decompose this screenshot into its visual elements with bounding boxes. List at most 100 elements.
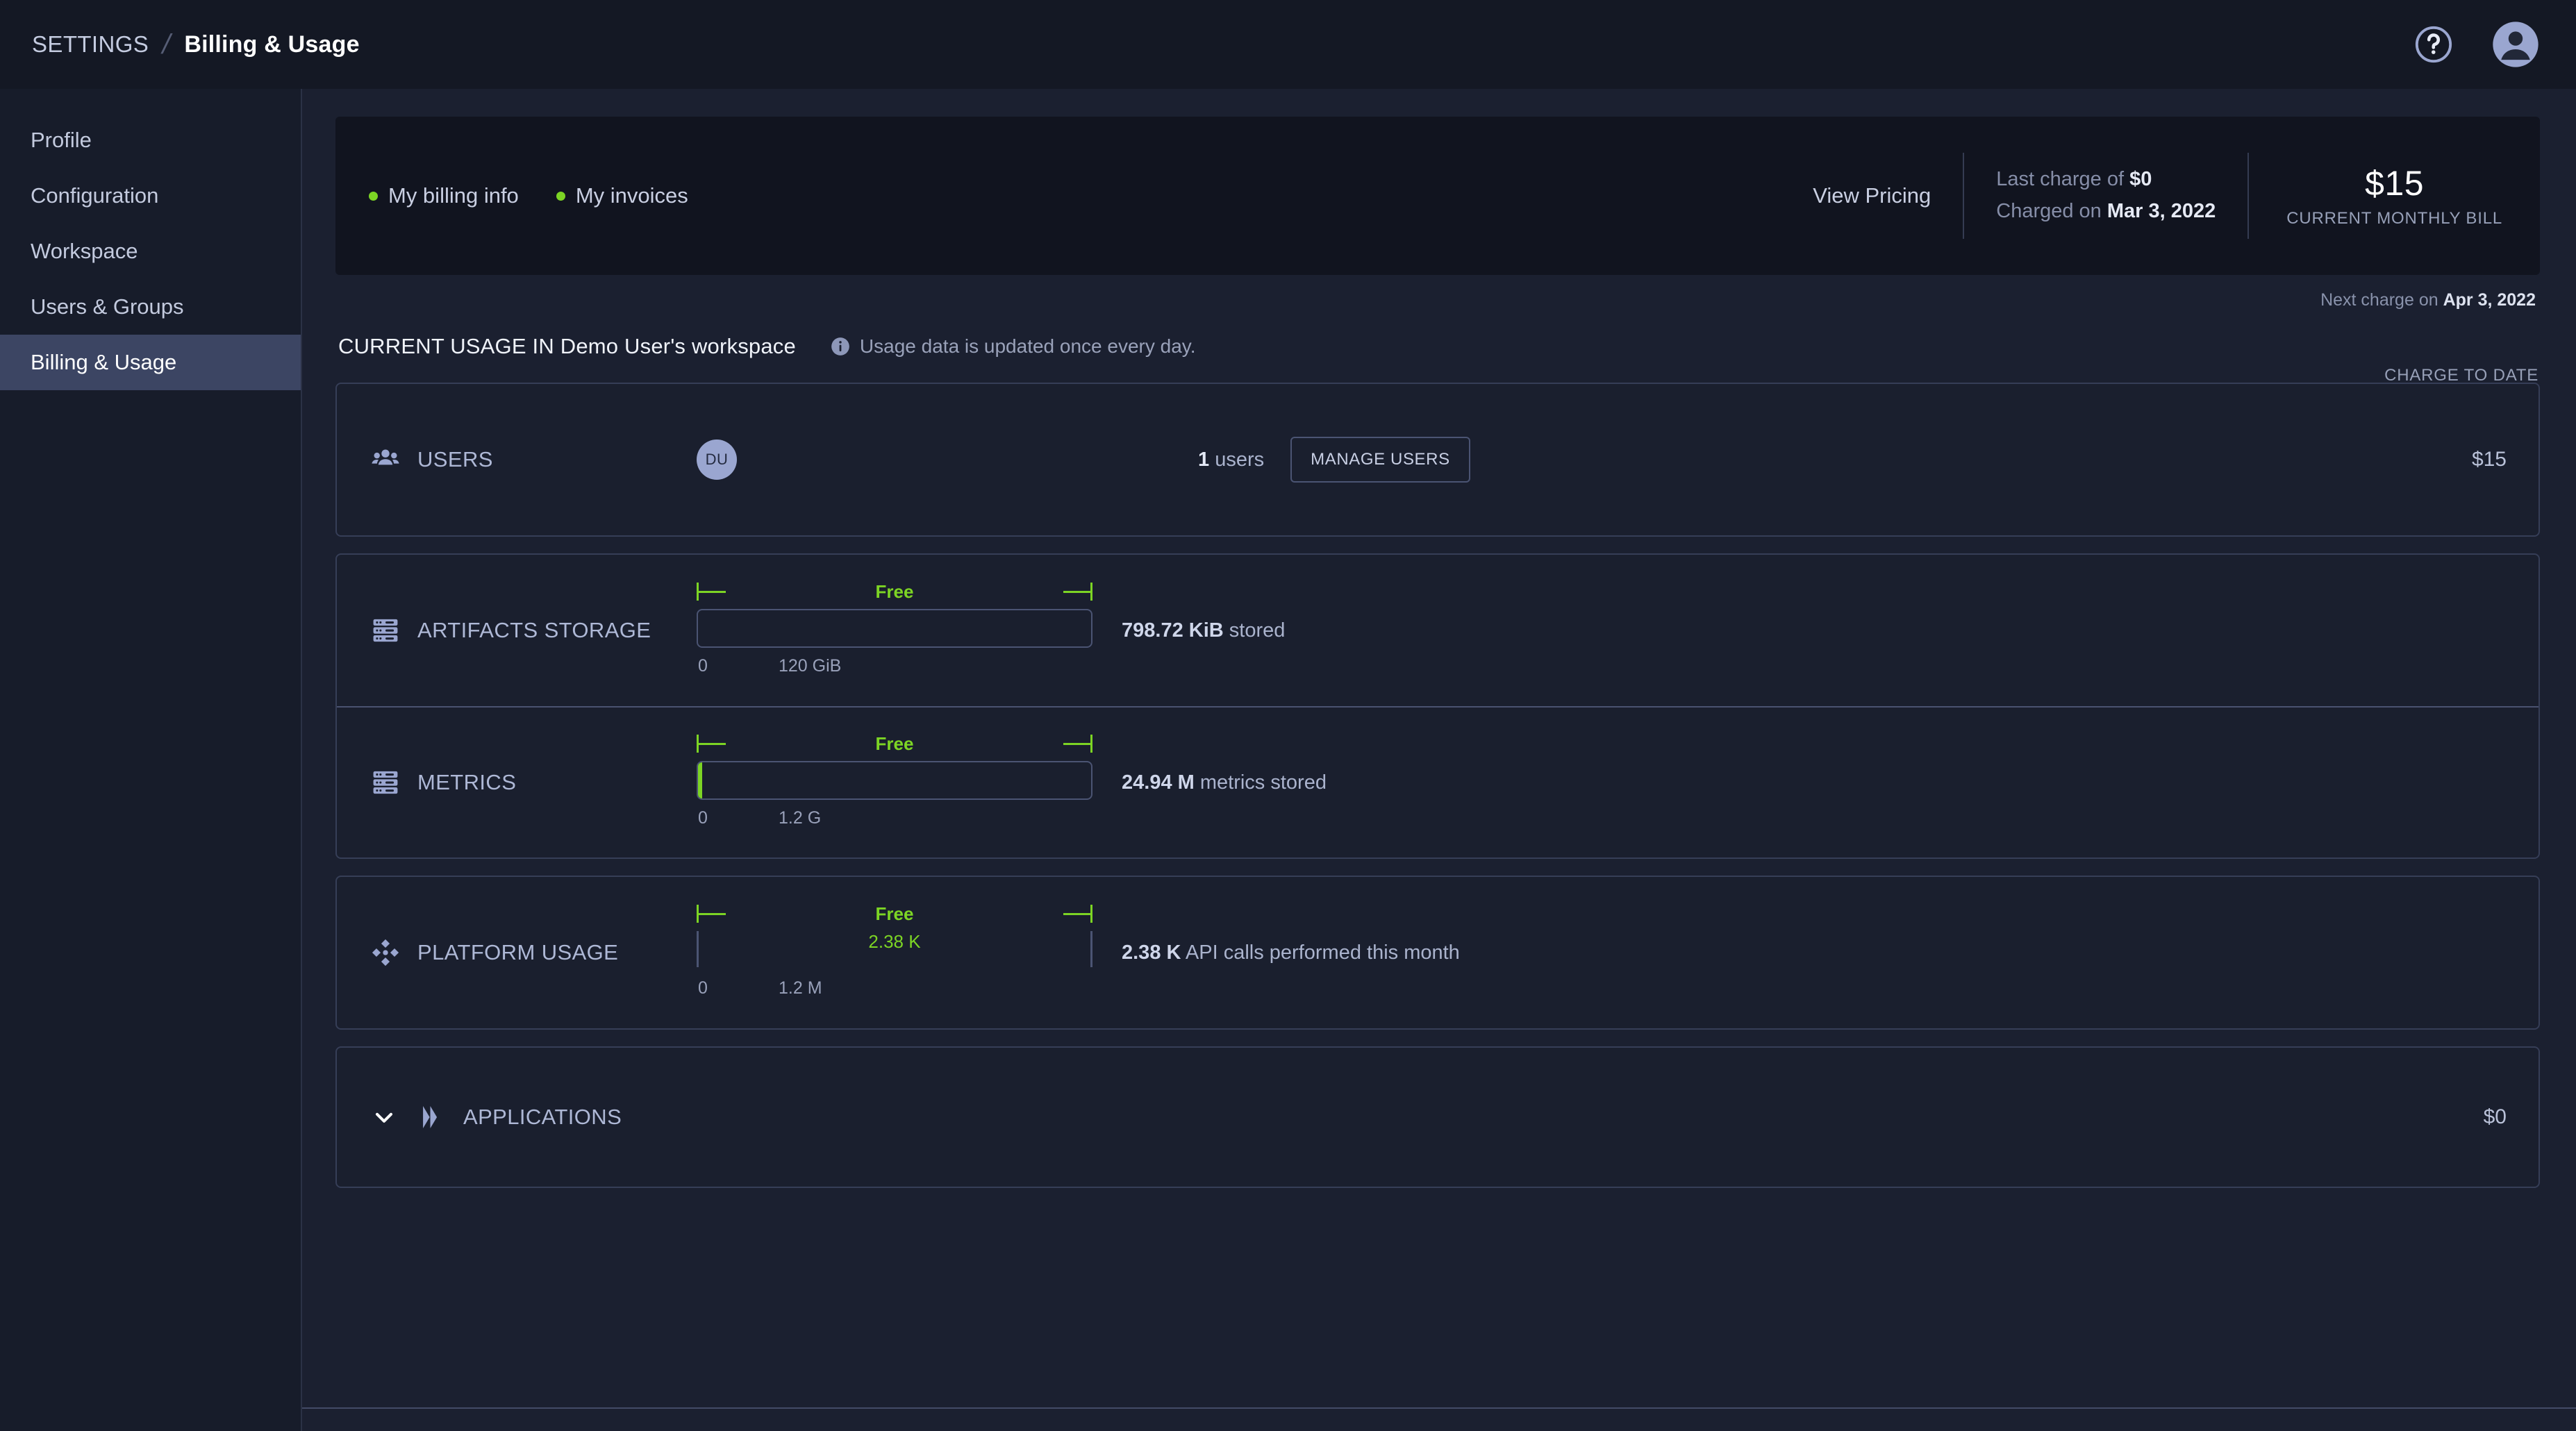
current-monthly-bill-section: $15 CURRENT MONTHLY BILL <box>2247 153 2508 239</box>
top-bar: SETTINGS / Billing & Usage <box>0 0 2576 89</box>
last-charge-prefix: Last charge of <box>1996 168 2130 191</box>
applications-price: $0 <box>2483 1105 2507 1128</box>
free-tier-bracket: Free <box>697 733 1092 761</box>
scale-max: 1.2 M <box>779 978 822 998</box>
top-bar-actions <box>2413 20 2540 69</box>
users-group-icon <box>370 444 401 475</box>
platform-value-suffix: API calls performed this month <box>1181 941 1460 964</box>
breadcrumb: SETTINGS / Billing & Usage <box>32 29 360 60</box>
page-body: Profile Configuration Workspace Users & … <box>0 89 2576 1431</box>
sidebar-item-configuration[interactable]: Configuration <box>0 168 301 224</box>
metrics-label-group: METRICS <box>370 767 697 798</box>
users-card: USERS DU 1 users MANAGE USERS $15 <box>335 383 2540 537</box>
applications-label: APPLICATIONS <box>463 1105 622 1129</box>
users-avatars: DU <box>697 440 1092 480</box>
free-tier-label: Free <box>875 581 914 602</box>
scale-min: 0 <box>698 656 708 676</box>
next-charge-date: Apr 3, 2022 <box>2443 290 2536 310</box>
sidebar-item-label: Users & Groups <box>31 294 184 319</box>
artifacts-value-number: 798.72 KiB <box>1122 619 1224 642</box>
sidebar-item-label: Profile <box>31 128 92 152</box>
platform-diamond-icon <box>370 937 401 968</box>
charge-to-date-label: CHARGE TO DATE <box>2384 366 2538 385</box>
applications-row[interactable]: APPLICATIONS $0 <box>337 1048 2538 1187</box>
billing-summary: View Pricing Last charge of $0 Charged o… <box>1781 153 2508 239</box>
users-price: $15 <box>2471 448 2507 471</box>
sidebar-item-users-groups[interactable]: Users & Groups <box>0 279 301 335</box>
free-tier-bracket: Free <box>697 903 1092 931</box>
artifacts-label-group: ARTIFACTS STORAGE <box>370 615 697 646</box>
users-actions: 1 users MANAGE USERS <box>1198 437 1470 483</box>
settings-sidebar: Profile Configuration Workspace Users & … <box>0 89 302 1431</box>
view-pricing-link[interactable]: View Pricing <box>1813 183 1931 208</box>
sidebar-item-label: Billing & Usage <box>31 350 177 374</box>
artifacts-usage-bar <box>697 609 1092 648</box>
sidebar-item-billing-usage[interactable]: Billing & Usage <box>0 335 301 390</box>
sidebar-item-profile[interactable]: Profile <box>0 112 301 168</box>
metrics-row: METRICS Free 0 1.2 G 24.94 M metrics sto… <box>337 706 2538 857</box>
manage-users-button[interactable]: MANAGE USERS <box>1290 437 1470 483</box>
info-icon[interactable] <box>796 337 850 356</box>
sidebar-item-label: Configuration <box>31 183 159 208</box>
sidebar-item-workspace[interactable]: Workspace <box>0 224 301 279</box>
metrics-usage-fill <box>698 762 702 798</box>
link-label: My invoices <box>575 183 688 208</box>
billing-banner: My billing info My invoices View Pricing… <box>335 117 2540 275</box>
next-charge-prefix: Next charge on <box>2320 290 2443 310</box>
users-label: USERS <box>417 447 493 471</box>
users-row: USERS DU 1 users MANAGE USERS $15 <box>337 384 2538 535</box>
last-charge-amount: $0 <box>2129 168 2152 191</box>
storage-metrics-card: ARTIFACTS STORAGE Free 0 120 GiB 798.72 … <box>335 553 2540 859</box>
my-invoices-link[interactable]: My invoices <box>556 183 688 208</box>
metrics-gauge: Free 0 1.2 G <box>697 733 1092 830</box>
breadcrumb-current: Billing & Usage <box>184 31 360 58</box>
users-count: 1 users <box>1198 449 1264 471</box>
current-bill-amount: $15 <box>2365 164 2425 203</box>
platform-usage-row: PLATFORM USAGE Free 2.38 K 0 1.2 M 2.38 … <box>337 877 2538 1028</box>
view-pricing-section: View Pricing <box>1781 153 1963 239</box>
main-content: My billing info My invoices View Pricing… <box>302 89 2576 1431</box>
usage-header: CURRENT USAGE IN Demo User's workspace U… <box>335 334 2540 359</box>
user-avatar-icon[interactable] <box>2491 20 2540 69</box>
metrics-label: METRICS <box>417 770 517 794</box>
breadcrumb-settings[interactable]: SETTINGS <box>32 31 149 58</box>
applications-card: APPLICATIONS $0 <box>335 1046 2540 1188</box>
platform-label-group: PLATFORM USAGE <box>370 937 697 968</box>
current-bill-caption: CURRENT MONTHLY BILL <box>2286 209 2502 228</box>
platform-tick-zone: 2.38 K <box>697 931 1092 970</box>
charged-on-line: Charged on Mar 3, 2022 <box>1996 196 2216 228</box>
help-circle-icon[interactable] <box>2413 24 2454 65</box>
scale-max: 1.2 G <box>779 808 822 828</box>
bullet-dot-icon <box>556 191 565 201</box>
users-count-suffix: users <box>1209 448 1265 471</box>
chevron-down-icon[interactable] <box>370 1103 398 1131</box>
link-label: My billing info <box>388 183 519 208</box>
last-charge-section: Last charge of $0 Charged on Mar 3, 2022 <box>1963 153 2247 239</box>
breadcrumb-separator: / <box>159 28 174 60</box>
applications-double-chevron-icon <box>398 1102 447 1132</box>
artifacts-storage-row: ARTIFACTS STORAGE Free 0 120 GiB 798.72 … <box>337 555 2538 706</box>
metrics-usage-bar <box>697 761 1092 800</box>
avatar[interactable]: DU <box>697 440 737 480</box>
bullet-dot-icon <box>369 191 378 201</box>
platform-marker-value: 2.38 K <box>868 931 921 952</box>
sidebar-item-label: Workspace <box>31 239 138 263</box>
charged-on-prefix: Charged on <box>1996 200 2107 222</box>
last-charge-line: Last charge of $0 <box>1996 164 2216 196</box>
platform-value-number: 2.38 K <box>1122 941 1181 964</box>
footer-divider <box>302 1407 2576 1409</box>
platform-scale: 0 1.2 M <box>697 978 1092 1001</box>
artifacts-label: ARTIFACTS STORAGE <box>417 618 651 642</box>
scale-max: 120 GiB <box>779 656 842 676</box>
metrics-scale: 0 1.2 G <box>697 808 1092 830</box>
artifacts-scale: 0 120 GiB <box>697 656 1092 678</box>
platform-label: PLATFORM USAGE <box>417 940 619 964</box>
my-billing-info-link[interactable]: My billing info <box>369 183 519 208</box>
scale-min: 0 <box>698 808 708 828</box>
settings-billing-page: SETTINGS / Billing & Usage Profile Confi… <box>0 0 2576 1431</box>
free-tier-label: Free <box>875 733 914 754</box>
platform-value: 2.38 K API calls performed this month <box>1122 942 1460 964</box>
users-label-group: USERS <box>370 444 697 475</box>
free-tier-label: Free <box>875 903 914 924</box>
artifacts-gauge: Free 0 120 GiB <box>697 581 1092 678</box>
